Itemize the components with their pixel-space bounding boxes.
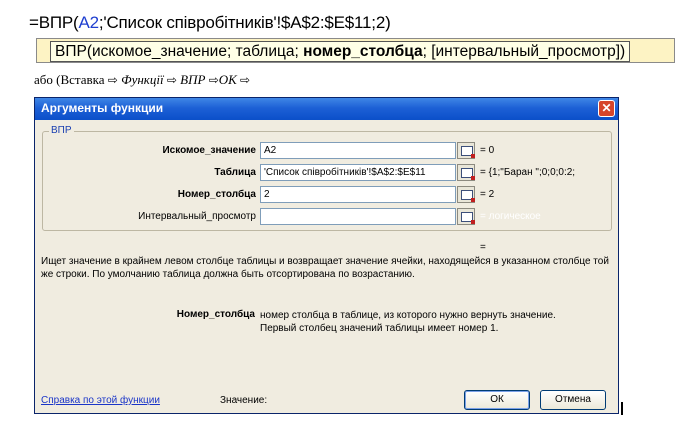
- collapse-dialog-button[interactable]: [457, 164, 475, 181]
- formula-result-equals: =: [480, 242, 486, 253]
- range-select-icon: [461, 168, 475, 180]
- arrow-icon: ⇨: [166, 73, 177, 87]
- close-icon[interactable]: ✕: [598, 100, 615, 117]
- caption-step-vlookup: ВПР: [180, 72, 206, 87]
- range-lookup-result: = логическое: [480, 211, 541, 222]
- param-desc-line2: Первый столбец значений таблицы имеет но…: [260, 323, 499, 334]
- formula-text: =ВПР(A2;'Список співробітників'!$A$2:$E$…: [29, 13, 391, 33]
- instruction-caption: або (Вставка ⇨ Функції ⇨ ВПР ⇨ОК ⇨: [34, 72, 250, 88]
- table-array-result: = {1;"Баран ";0;0;0:2;: [480, 167, 576, 178]
- syntax-after: ; [интервальный_просмотр]): [422, 43, 626, 60]
- col-index-result: = 2: [480, 189, 495, 200]
- lookup-value-input[interactable]: A2: [260, 142, 456, 159]
- collapse-dialog-button[interactable]: [457, 186, 475, 203]
- function-description: Ищет значение в крайнем левом столбце та…: [41, 256, 609, 280]
- syntax-current-arg: номер_столбца: [303, 43, 423, 60]
- ok-button[interactable]: ОК: [464, 390, 530, 410]
- arg-label-range-lookup: Интервальный_просмотр: [138, 211, 256, 222]
- syntax-text: ВПР(искомое_значение; таблица; номер_сто…: [50, 41, 631, 62]
- range-select-icon: [461, 212, 475, 224]
- lookup-value-result: = 0: [480, 145, 495, 156]
- cancel-button[interactable]: Отмена: [540, 390, 606, 410]
- dialog-titlebar[interactable]: Аргументы функции ✕: [35, 98, 618, 120]
- arrow-icon: ⇨: [240, 73, 251, 87]
- group-label: ВПР: [49, 125, 74, 136]
- value-label: Значение:: [220, 395, 268, 406]
- function-arguments-dialog: Аргументы функции ✕ ВПР Искомое_значение…: [34, 97, 619, 414]
- arrow-icon: ⇨: [208, 73, 219, 87]
- help-link[interactable]: Справка по этой функции: [41, 395, 160, 406]
- arg-label-col-index: Номер_столбца: [177, 189, 256, 200]
- param-description: номер столбца в таблице, из которого нуж…: [260, 309, 610, 335]
- formula-rest: ;'Список співробітників'!$A$2:$E$11;2): [98, 13, 391, 32]
- caption-step-functions: Функції: [121, 72, 164, 87]
- function-syntax-tooltip: ВПР(искомое_значение; таблица; номер_сто…: [36, 38, 675, 63]
- collapse-dialog-button[interactable]: [457, 142, 475, 159]
- arg-label-lookup-value: Искомое_значение: [162, 145, 256, 156]
- table-array-input[interactable]: 'Список співробітників'!$A$2:$E$11: [260, 164, 456, 181]
- range-select-icon: [461, 190, 475, 202]
- arrow-icon: ⇨: [107, 73, 118, 87]
- range-lookup-input[interactable]: [260, 208, 456, 225]
- col-index-input[interactable]: 2: [260, 186, 456, 203]
- dialog-title: Аргументы функции: [41, 101, 164, 115]
- collapse-dialog-button[interactable]: [457, 208, 475, 225]
- arg-label-table: Таблица: [214, 167, 256, 178]
- caption-lead: або (Вставка: [34, 72, 108, 87]
- formula-prefix: =ВПР(: [29, 13, 79, 32]
- param-name: Номер_столбца: [176, 309, 255, 320]
- param-desc-line1: номер столбца в таблице, из которого нуж…: [260, 310, 556, 321]
- formula-cell-ref: A2: [78, 13, 100, 32]
- range-select-icon: [461, 146, 475, 158]
- text-cursor: [621, 402, 623, 415]
- syntax-before: ВПР(искомое_значение; таблица;: [55, 43, 304, 60]
- caption-step-ok: ОК: [218, 72, 237, 87]
